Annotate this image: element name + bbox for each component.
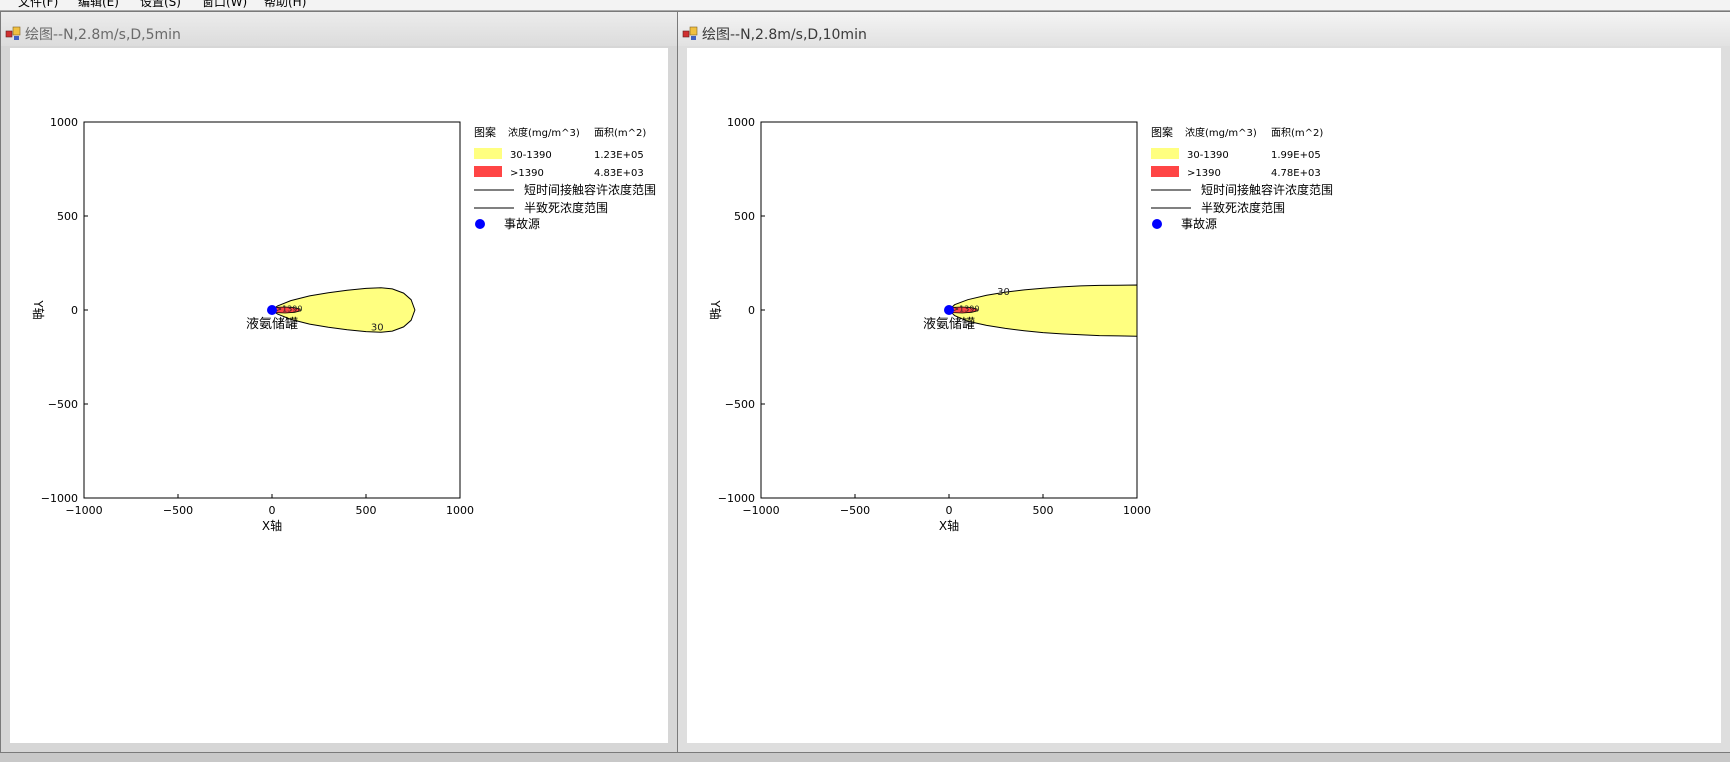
x-tick-label: −1000 [742, 504, 779, 517]
legend-header-pattern: 图案 [1151, 125, 1173, 139]
menu-item-file[interactable]: 文件(F) [18, 0, 58, 10]
chart-window-10min[interactable]: 绘图--N,2.8m/s,D,10min 30 >1390 −1000 −500 0 50… [677, 11, 1730, 753]
legend-swatch [474, 148, 502, 159]
legend-line-label: 半致死浓度范围 [1201, 200, 1285, 215]
legend-range: >1390 [510, 168, 544, 179]
x-tick-label: −1000 [65, 504, 102, 517]
y-tick-label: 0 [748, 304, 755, 317]
legend-area: 1.23E+05 [594, 150, 644, 161]
menu-item-edit[interactable]: 编辑(E) [78, 0, 119, 10]
dispersion-chart: 30 >1390 −1000 −500 0 500 1000 −1000 −500 0 500 100… [708, 116, 1333, 533]
legend-header-pattern: 图案 [474, 125, 496, 139]
app-icon [5, 26, 21, 40]
x-tick-label: −500 [163, 504, 193, 517]
source-point [267, 305, 277, 315]
x-tick-label: 1000 [1123, 504, 1151, 517]
legend-header-area: 面积(m^2) [1271, 127, 1323, 139]
legend-area: 1.99E+05 [1271, 150, 1321, 161]
x-axis-label: X轴 [939, 518, 959, 533]
source-point [944, 305, 954, 315]
y-tick-label: 1000 [50, 116, 78, 129]
y-tick-label: −500 [48, 398, 78, 411]
legend-line-label: 半致死浓度范围 [524, 200, 608, 215]
legend-area: 4.83E+03 [594, 168, 644, 179]
window-titlebar[interactable]: 绘图--N,2.8m/s,D,10min [678, 12, 1730, 46]
legend-range: 30-1390 [510, 150, 552, 161]
horizontal-scrollbar[interactable] [0, 753, 1730, 762]
x-tick-label: 0 [269, 504, 276, 517]
mdi-workspace: 绘图--N,2.8m/s,D,5min 30 >1390 −1000 −500 0 500… [0, 11, 1730, 762]
y-tick-label: −1000 [718, 492, 755, 505]
legend-line-label: 短时间接触容许浓度范围 [524, 182, 656, 197]
dispersion-chart: 30 >1390 −1000 −500 0 500 1000 −1000 −500 0 500 100… [31, 116, 656, 533]
legend-header-conc: 浓度(mg/m^3) [1185, 126, 1257, 139]
window-title: 绘图--N,2.8m/s,D,5min [25, 27, 181, 43]
menu-item-help[interactable]: 帮助(H) [264, 0, 306, 10]
legend-source-dot [1152, 219, 1162, 229]
x-tick-label: 500 [356, 504, 377, 517]
legend: 图案 浓度(mg/m^3) 面积(m^2) 30-1390 1.23E+05 >1390 4… [474, 125, 656, 231]
legend-source-label: 事故源 [504, 216, 540, 231]
legend-range: 30-1390 [1187, 150, 1229, 161]
y-tick-label: 0 [71, 304, 78, 317]
window-titlebar[interactable]: 绘图--N,2.8m/s,D,5min [1, 12, 677, 46]
legend-area: 4.78E+03 [1271, 168, 1321, 179]
contour-label-1390: >1390 [952, 305, 979, 314]
contour-label-30: 30 [997, 287, 1010, 298]
menu-item-window[interactable]: 窗口(W) [202, 0, 247, 10]
y-tick-label: 500 [57, 210, 78, 223]
chart-window-5min[interactable]: 绘图--N,2.8m/s,D,5min 30 >1390 −1000 −500 0 500… [0, 11, 678, 753]
legend-swatch [1151, 148, 1179, 159]
x-tick-label: 500 [1033, 504, 1054, 517]
legend-source-label: 事故源 [1181, 216, 1217, 231]
y-tick-label: −1000 [41, 492, 78, 505]
y-axis-label: Y轴 [708, 299, 723, 319]
menu-item-settings[interactable]: 设置(S) [140, 0, 181, 10]
legend-range: >1390 [1187, 168, 1221, 179]
app-icon [682, 26, 698, 40]
y-tick-label: −500 [725, 398, 755, 411]
source-label: 液氨储罐 [923, 317, 975, 332]
y-tick-label: 1000 [727, 116, 755, 129]
contour-label-1390: >1390 [275, 305, 302, 314]
x-axis-label: X轴 [262, 518, 282, 533]
legend-line-label: 短时间接触容许浓度范围 [1201, 182, 1333, 197]
legend-swatch [474, 166, 502, 177]
legend-header-conc: 浓度(mg/m^3) [508, 126, 580, 139]
window-title: 绘图--N,2.8m/s,D,10min [702, 27, 867, 43]
x-tick-label: −500 [840, 504, 870, 517]
legend-swatch [1151, 166, 1179, 177]
contour-label-30: 30 [371, 322, 384, 333]
legend-source-dot [475, 219, 485, 229]
y-tick-label: 500 [734, 210, 755, 223]
legend: 图案 浓度(mg/m^3) 面积(m^2) 30-1390 1.99E+05 >1390 4… [1151, 125, 1333, 231]
menu-bar: 文件(F) 编辑(E) 设置(S) 窗口(W) 帮助(H) [0, 0, 1730, 11]
legend-header-area: 面积(m^2) [594, 127, 646, 139]
plot-area: 30 >1390 −1000 −500 0 500 1000 −1000 −500 0 500 100… [687, 48, 1721, 743]
y-axis-label: Y轴 [31, 299, 46, 319]
plot-area: 30 >1390 −1000 −500 0 500 1000 −1000 −500 0 500 100… [10, 48, 668, 743]
source-label: 液氨储罐 [246, 317, 298, 332]
x-tick-label: 0 [946, 504, 953, 517]
x-tick-label: 1000 [446, 504, 474, 517]
